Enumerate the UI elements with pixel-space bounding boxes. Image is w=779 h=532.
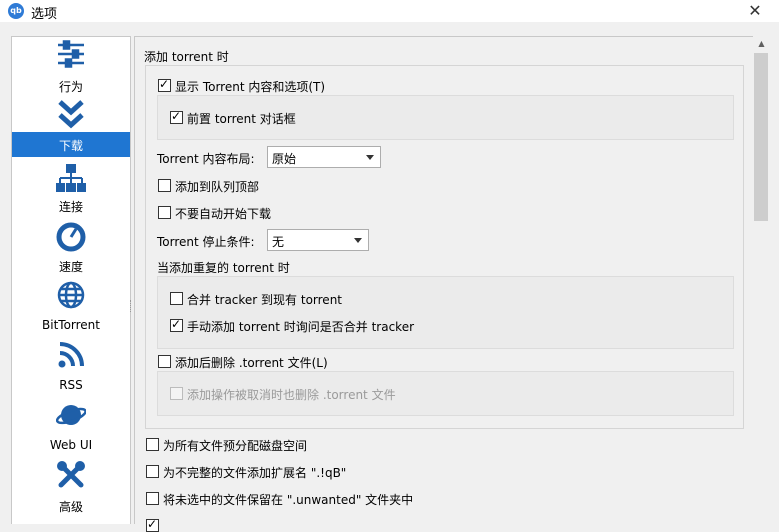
ask-merge-checkbox[interactable]: [170, 317, 183, 332]
sidebar-label-downloads: 下载: [58, 139, 83, 153]
sidebar-item-bittorrent[interactable]: BitTorrent: [12, 280, 130, 342]
sidebar-label-bittorrent: BitTorrent: [42, 318, 100, 332]
sidebar-label-advanced: 高级: [58, 500, 83, 514]
unwanted-folder-label: 将未选中的文件保留在 ".unwanted" 文件夹中: [163, 493, 414, 507]
partially-visible-checkbox[interactable]: [146, 517, 159, 532]
sidebar-item-behavior[interactable]: 行为: [12, 37, 130, 97]
qbittorrent-logo-icon: qb: [8, 3, 24, 19]
show-content-checkbox[interactable]: [158, 77, 171, 92]
delete-on-cancel-checkbox[interactable]: [170, 387, 183, 400]
rss-icon: [56, 340, 86, 370]
speedometer-icon: [56, 222, 86, 252]
window-title: 选项: [31, 7, 58, 22]
close-button[interactable]: ✕: [741, 0, 769, 22]
sidebar-item-speed[interactable]: 速度: [12, 222, 130, 282]
sidebar-item-rss[interactable]: RSS: [12, 342, 130, 402]
content-layout-label: Torrent 内容布局:: [157, 152, 255, 166]
append-extension-checkbox[interactable]: [146, 465, 159, 478]
sidebar-label-behavior: 行为: [58, 80, 83, 94]
sidebar-label-speed: 速度: [58, 260, 83, 274]
add-torrent-group-title: 添加 torrent 时: [144, 50, 229, 64]
no-autostart-label: 不要自动开始下载: [175, 207, 272, 221]
scroll-up-icon[interactable]: ▲: [753, 36, 770, 52]
foreground-dialog-label: 前置 torrent 对话框: [187, 112, 296, 126]
content-layout-dropdown[interactable]: 原始: [267, 146, 381, 168]
sidebar-label-webui: Web UI: [49, 438, 93, 452]
options-sidebar: 行为 下载 连接 速度 BitTorrent RSS Web UI 高级: [11, 36, 131, 524]
delete-after-add-checkbox[interactable]: [158, 355, 171, 368]
duplicate-torrent-title: 当添加重复的 torrent 时: [157, 261, 290, 275]
scrollbar-thumb[interactable]: [754, 53, 768, 221]
merge-trackers-label: 合并 tracker 到现有 torrent: [187, 293, 343, 307]
append-extension-label: 为不完整的文件添加扩展名 ".!qB": [163, 466, 347, 480]
stop-condition-value: 无: [272, 235, 285, 249]
sidebar-item-webui[interactable]: Web UI: [12, 402, 130, 462]
preallocate-checkbox[interactable]: [146, 438, 159, 451]
tools-icon: [56, 460, 86, 490]
sidebar-item-connection[interactable]: 连接: [12, 162, 130, 222]
unwanted-folder-checkbox[interactable]: [146, 492, 159, 505]
planet-icon: [56, 400, 86, 430]
stop-condition-dropdown[interactable]: 无: [267, 229, 369, 251]
content-layout-value: 原始: [272, 152, 297, 166]
downloads-settings-panel: 添加 torrent 时 显示 Torrent 内容和选项(T) 前置 torr…: [134, 36, 754, 532]
duplicate-torrent-subgroup: [157, 276, 734, 349]
no-autostart-checkbox[interactable]: [158, 206, 171, 219]
network-icon: [56, 164, 86, 194]
sidebar-label-connection: 连接: [58, 200, 83, 214]
sidebar-label-rss: RSS: [59, 378, 83, 392]
delete-after-add-label: 添加后删除 .torrent 文件(L): [175, 356, 328, 370]
splitter-handle[interactable]: [130, 300, 133, 312]
vertical-scrollbar[interactable]: ▲: [753, 36, 770, 523]
title-bar: qb 选项 ✕: [0, 0, 779, 22]
chevron-down-icon: [354, 238, 362, 243]
preallocate-label: 为所有文件预分配磁盘空间: [163, 439, 308, 453]
sliders-icon: [56, 39, 86, 69]
ask-merge-label: 手动添加 torrent 时询问是否合并 tracker: [187, 320, 415, 334]
globe-icon: [56, 280, 86, 310]
show-content-label: 显示 Torrent 内容和选项(T): [175, 80, 326, 94]
add-to-top-checkbox[interactable]: [158, 179, 171, 192]
stop-condition-label: Torrent 停止条件:: [157, 235, 255, 249]
sidebar-item-downloads-selection[interactable]: 下载: [12, 132, 130, 157]
add-to-top-label: 添加到队列顶部: [175, 180, 260, 194]
foreground-dialog-checkbox[interactable]: [170, 109, 183, 124]
sidebar-item-advanced[interactable]: 高级: [12, 460, 130, 522]
double-chevron-down-icon: [56, 99, 86, 129]
delete-on-cancel-label: 添加操作被取消时也删除 .torrent 文件: [187, 388, 396, 402]
merge-trackers-checkbox[interactable]: [170, 292, 183, 305]
chevron-down-icon: [366, 155, 374, 160]
